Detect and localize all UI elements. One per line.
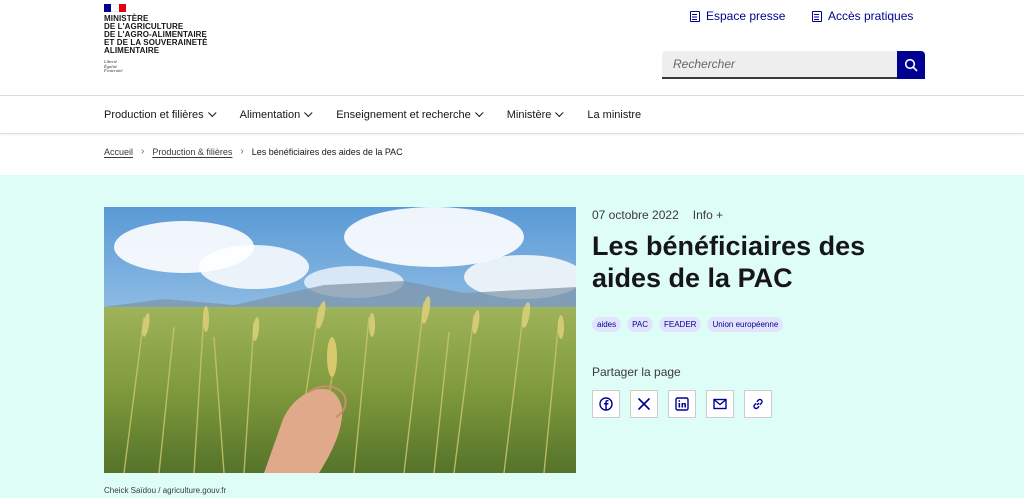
nav-label: Enseignement et recherche — [336, 109, 471, 121]
chevron-down-icon — [474, 108, 484, 118]
copy-link-button[interactable] — [744, 390, 772, 418]
tag-aides[interactable]: aides — [592, 317, 622, 332]
breadcrumb-current: Les bénéficiaires des aides de la PAC — [251, 146, 403, 157]
marianne-flag-icon — [104, 4, 126, 12]
republic-motto: Liberté Égalité Fraternité — [104, 59, 123, 73]
share-linkedin-button[interactable] — [668, 390, 696, 418]
share-label: Partager la page — [592, 365, 681, 379]
x-icon — [637, 397, 651, 411]
linkedin-icon — [675, 397, 689, 411]
search-icon — [904, 58, 918, 72]
facebook-icon — [599, 397, 613, 411]
share-buttons — [592, 390, 772, 418]
link-icon — [753, 398, 763, 410]
share-x-button[interactable] — [630, 390, 658, 418]
tag-feader[interactable]: FEADER — [658, 317, 702, 332]
press-space-label: Espace presse — [706, 9, 786, 23]
share-facebook-button[interactable] — [592, 390, 620, 418]
chevron-down-icon — [304, 108, 313, 118]
press-icon — [690, 10, 700, 22]
ministry-logo[interactable]: Ministère de l'Agriculture de l'Agro-ali… — [104, 4, 224, 74]
site-header: Ministère de l'Agriculture de l'Agro-ali… — [0, 0, 1024, 96]
search-button[interactable] — [897, 51, 925, 79]
share-mail-button[interactable] — [706, 390, 734, 418]
article-date: 07 octobre 2022 — [592, 208, 679, 222]
mail-icon — [713, 398, 727, 410]
nav-production[interactable]: Production et filières — [104, 108, 217, 121]
wheat-field-photo — [104, 207, 576, 473]
nav-ministere[interactable]: Ministère — [506, 108, 564, 121]
building-icon — [812, 10, 822, 22]
practical-access-label: Accès pratiques — [828, 9, 914, 23]
nav-label: Ministère — [506, 109, 552, 121]
search-input[interactable] — [662, 51, 897, 79]
tag-pac[interactable]: PAC — [627, 317, 653, 332]
nav-label: Alimentation — [239, 109, 301, 121]
nav-enseignement[interactable]: Enseignement et recherche — [336, 108, 484, 121]
chevron-right-icon: › — [240, 146, 244, 157]
nav-alimentation[interactable]: Alimentation — [239, 108, 313, 121]
practical-access-link[interactable]: Accès pratiques — [812, 9, 913, 23]
article-meta: 07 octobre 2022 Info + — [592, 208, 723, 222]
page-title: Les bénéficiaires des aides de la PAC — [592, 231, 866, 293]
chevron-right-icon: › — [141, 146, 145, 157]
nav-label: Production et filières — [104, 109, 204, 121]
chevron-down-icon — [207, 108, 217, 118]
breadcrumb-production[interactable]: Production & filières — [152, 147, 232, 157]
article-hero: Cheick Saïdou / agriculture.gouv.fr 07 o… — [0, 175, 1024, 498]
breadcrumb-home[interactable]: Accueil — [104, 147, 133, 157]
nav-label: La ministre — [587, 109, 642, 121]
tag-union-europeenne[interactable]: Union européenne — [707, 317, 784, 332]
press-space-link[interactable]: Espace presse — [690, 9, 785, 23]
nav-ministre[interactable]: La ministre — [587, 109, 641, 121]
breadcrumb: Accueil › Production & filières › Les bé… — [104, 146, 403, 157]
ministry-name: Ministère de l'Agriculture de l'Agro-ali… — [104, 14, 208, 55]
image-credit: Cheick Saïdou / agriculture.gouv.fr — [104, 486, 227, 495]
search-bar — [662, 51, 925, 79]
article-category: Info + — [692, 208, 724, 222]
main-navigation: Production et filières Alimentation Ense… — [0, 96, 1024, 134]
tag-list: aides PAC FEADER Union européenne — [592, 317, 784, 332]
chevron-down-icon — [555, 108, 564, 118]
